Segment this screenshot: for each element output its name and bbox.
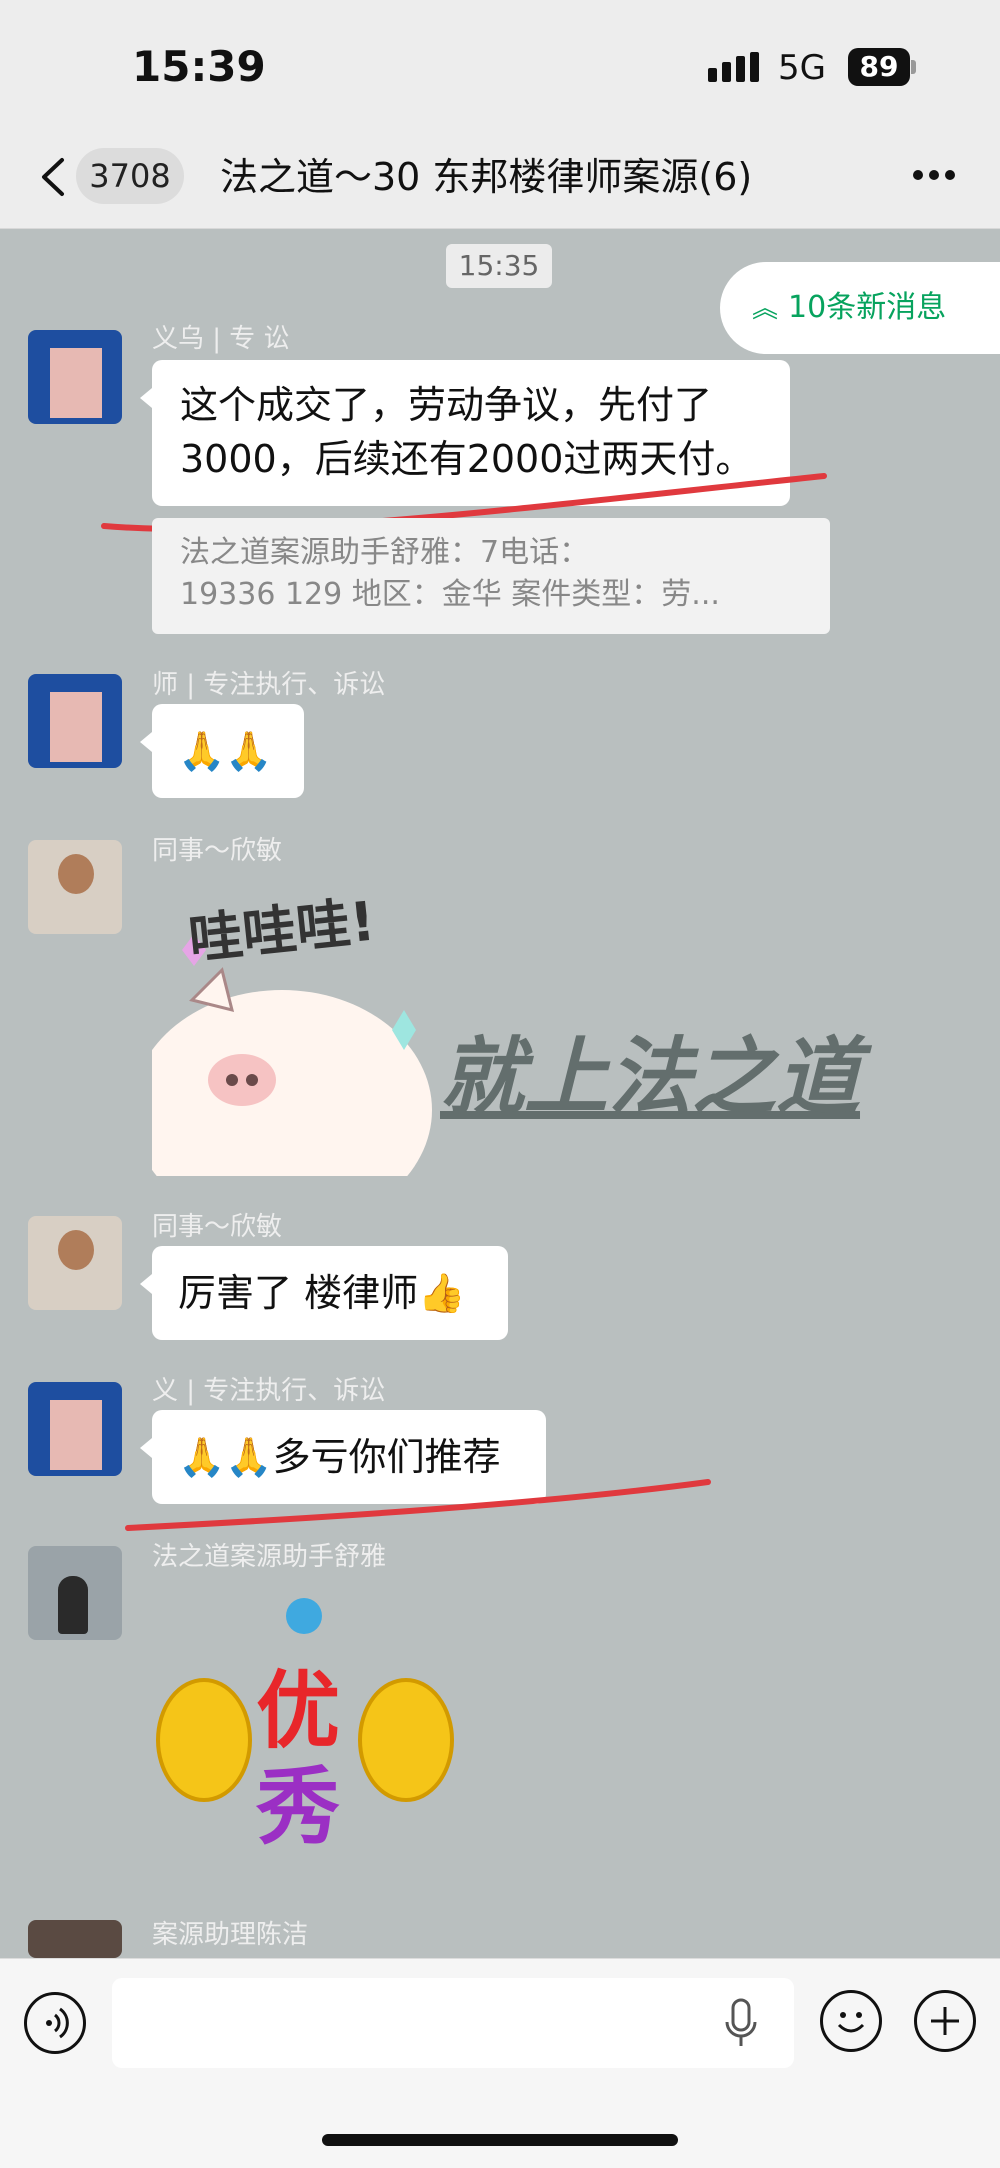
sender-name: 义 | 专注执行、诉讼: [152, 1376, 386, 1406]
avatar-figure: [58, 1576, 88, 1634]
message-bubble[interactable]: 厉害了 楼律师👍: [140, 1246, 508, 1340]
message-text: 🙏🙏: [178, 729, 273, 773]
avatar-face: [58, 1230, 94, 1270]
network-label: 5G: [778, 48, 826, 88]
microphone-icon[interactable]: [724, 1998, 758, 2050]
avatar-face: [50, 348, 102, 418]
avatar[interactable]: [28, 1382, 122, 1476]
quoted-message[interactable]: 法之道案源助手舒雅：7电话： 19336 129 地区：金华 案件类型：劳...: [152, 518, 830, 634]
message-text: 🙏🙏多亏你们推荐: [178, 1435, 501, 1479]
avatar[interactable]: [28, 1920, 122, 1958]
sender-name: 同事～欣敏: [152, 836, 283, 866]
quote-line: 法之道案源助手舒雅：7电话：: [180, 535, 590, 570]
avatar-face: [50, 692, 102, 762]
sticker-excellent[interactable]: 优 秀: [152, 1590, 458, 1870]
time-separator: 15:35: [446, 244, 552, 288]
sender-name: 案源助理陈洁: [152, 1920, 309, 1950]
watermark-text: 就上法之道: [440, 1028, 861, 1126]
chat-title[interactable]: 法之道～30 东邦楼律师案源(6): [220, 150, 880, 204]
plus-button[interactable]: [914, 1990, 976, 2052]
message-input[interactable]: [112, 1978, 794, 2068]
avatar[interactable]: [28, 330, 122, 424]
status-time: 15:39: [132, 42, 266, 91]
message-bubble[interactable]: 🙏🙏: [140, 704, 304, 798]
battery-level: 89: [848, 48, 910, 86]
sender-name: 师 | 专注执行、诉讼: [152, 670, 386, 700]
sticker-pig[interactable]: 哇哇哇!: [132, 880, 442, 1230]
new-messages-label: 10条新消息: [788, 290, 947, 325]
message-text-line: 这个成交了，劳动争议，先付了: [180, 383, 713, 427]
message-text: 厉害了 楼律师👍: [178, 1271, 466, 1315]
double-chevron-up-icon: ︽: [752, 294, 779, 324]
home-indicator[interactable]: [322, 2134, 678, 2146]
avatar-face: [50, 1400, 102, 1470]
sender-name: 义乌 | 专 讼: [152, 324, 290, 354]
battery-icon: [911, 60, 916, 74]
avatar-face: [58, 854, 94, 894]
avatar[interactable]: [28, 1546, 122, 1640]
avatar[interactable]: [28, 1216, 122, 1310]
unread-count-badge[interactable]: 3708: [76, 148, 184, 204]
sticker-text: 秀: [256, 1758, 341, 1856]
voice-icon: [46, 2007, 69, 2039]
back-icon[interactable]: [32, 150, 78, 204]
plus-icon: [931, 2007, 959, 2035]
red-underline-annotation: [125, 1479, 711, 1531]
emoji-icon: [837, 2012, 865, 2033]
voice-button[interactable]: [24, 1992, 86, 2054]
sender-name: 同事～欣敏: [152, 1212, 283, 1242]
more-icon[interactable]: [912, 168, 956, 182]
new-messages-button[interactable]: ︽ 10条新消息: [720, 262, 1000, 354]
quote-line: 19336 129 地区：金华 案件类型：劳...: [180, 577, 720, 612]
emoji-button[interactable]: [820, 1990, 882, 2052]
sender-name: 法之道案源助手舒雅: [152, 1542, 387, 1572]
avatar[interactable]: [28, 840, 122, 934]
avatar[interactable]: [28, 674, 122, 768]
signal-icon: [708, 52, 759, 82]
